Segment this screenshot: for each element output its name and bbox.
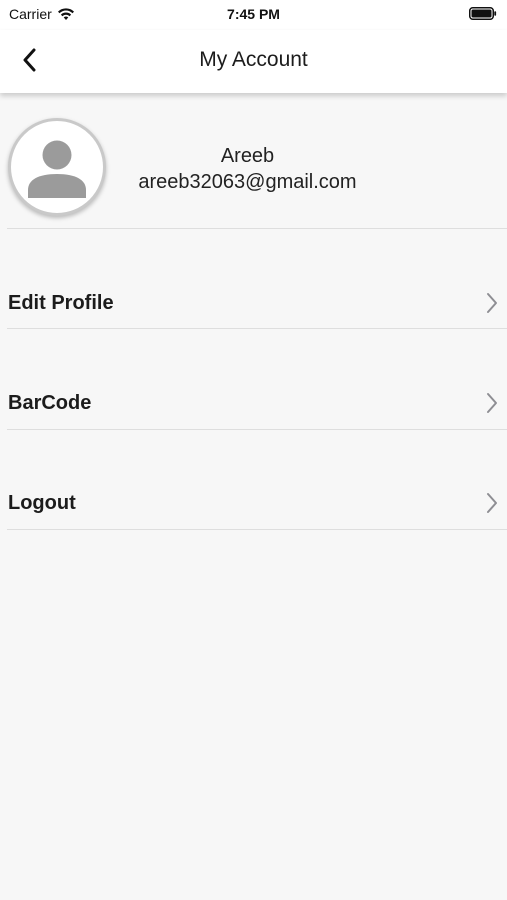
menu-item-label: BarCode [8,392,92,414]
divider [7,529,507,530]
user-info: Areeb areeb32063@gmail.com [110,143,385,195]
navigation-bar: My Account [0,30,507,93]
divider [7,429,507,430]
status-time: 7:45 PM [227,6,280,22]
menu-item-edit-profile[interactable]: Edit Profile [0,274,507,334]
profile-header: Areeb areeb32063@gmail.com [0,93,507,228]
menu-item-label: Logout [8,492,76,514]
user-name: Areeb [220,145,275,167]
page-title: My Account [199,48,308,71]
chevron-right-icon [487,393,497,413]
status-bar: Carrier 7:45 PM [0,0,507,30]
chevron-right-icon [487,293,497,313]
battery-icon [469,7,497,20]
menu-item-logout[interactable]: Logout [0,474,507,534]
user-email: areeb32063@gmail.com [138,171,357,193]
chevron-right-icon [487,493,497,513]
divider [7,328,507,329]
menu-item-label: Edit Profile [8,292,114,314]
avatar [8,118,106,216]
menu-item-barcode[interactable]: BarCode [0,374,507,434]
person-icon [28,140,86,198]
divider [7,228,507,229]
